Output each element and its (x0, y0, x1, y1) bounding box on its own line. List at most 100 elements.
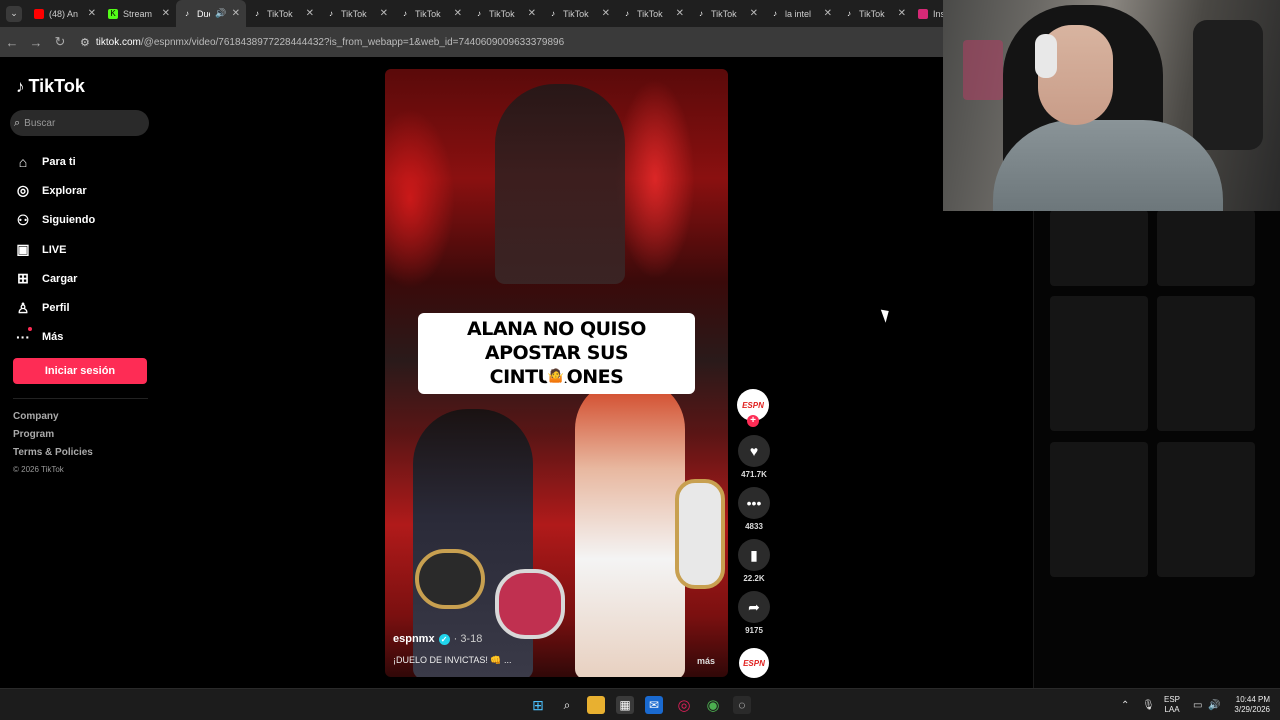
comment-action[interactable]: ••• 4833 (737, 487, 771, 531)
close-tab-icon[interactable]: ✕ (232, 8, 240, 19)
comment-icon[interactable]: ••• (738, 487, 770, 519)
sidebar-item-label: Para ti (42, 155, 76, 168)
browser-tab[interactable]: ♪ TikTok ✕ (246, 0, 320, 27)
chrome-icon[interactable]: ◉ (704, 696, 722, 714)
footer-link[interactable]: Company (13, 411, 93, 429)
recommendations-panel (1033, 210, 1280, 688)
video-thumbnail[interactable] (1050, 442, 1148, 577)
file-explorer-icon[interactable] (587, 696, 605, 714)
app-icon[interactable]: ◌ (733, 696, 751, 714)
close-tab-icon[interactable]: ✕ (676, 8, 684, 19)
sidebar-item-more[interactable]: ··· Más (14, 323, 95, 352)
video-thumbnail[interactable] (1050, 296, 1148, 431)
music-disc-avatar[interactable]: ESPN (739, 648, 769, 678)
back-icon[interactable]: ← (0, 35, 24, 50)
webcam-headphones (1035, 34, 1057, 78)
tiktok-icon: ♪ (699, 8, 703, 18)
championship-belt (495, 569, 565, 639)
more-button[interactable]: más (697, 656, 715, 666)
more-icon: ··· (16, 327, 32, 346)
sidebar-item-profile[interactable]: ♙ Perfil (14, 293, 95, 322)
follow-plus-icon[interactable]: + (747, 415, 759, 427)
windows-start-icon[interactable]: ⊞ (529, 696, 547, 714)
following-icon: ⚇ (16, 211, 30, 228)
footer-link[interactable]: Program (13, 429, 93, 447)
close-tab-icon[interactable]: ✕ (602, 8, 610, 19)
windows-taskbar: ⊞ ⌕ ▦ ✉ ◎ ◉ ◌ ⌃ 🎙 ESP LAA ▭ 🔊 10:44 PM 3… (0, 688, 1280, 720)
video-thumbnail[interactable] (1157, 442, 1255, 577)
browser-tab[interactable]: ♪ TikTok ✕ (616, 0, 690, 27)
close-tab-icon[interactable]: ✕ (162, 8, 170, 19)
obs-app-icon[interactable]: ◎ (675, 696, 693, 714)
share-action[interactable]: ➦ 9175 (737, 591, 771, 635)
browser-tab[interactable]: ♪ la intel ✕ (764, 0, 838, 27)
close-tab-icon[interactable]: ✕ (380, 8, 388, 19)
video-username[interactable]: espnmx (393, 633, 435, 645)
volume-icon[interactable]: 🔊 (1208, 689, 1220, 720)
sidebar-item-live[interactable]: ▣ LIVE (14, 235, 95, 264)
microsoft-store-icon[interactable]: ▦ (616, 696, 634, 714)
save-count: 22.2K (743, 574, 765, 583)
close-tab-icon[interactable]: ✕ (88, 8, 96, 19)
tray-chevron-icon[interactable]: ⌃ (1121, 689, 1129, 720)
search-icon[interactable]: ⌕ (558, 696, 576, 714)
tab-title: TikTok (711, 8, 737, 19)
close-tab-icon[interactable]: ✕ (306, 8, 314, 19)
footer-link[interactable]: Terms & Policies (13, 447, 93, 465)
language-indicator[interactable]: ESP LAA (1164, 695, 1180, 715)
video-author[interactable]: espnmx ✓ · 3-18 (393, 633, 482, 645)
search-box[interactable]: ⌕ (10, 110, 149, 136)
heart-icon[interactable]: ♥ (738, 435, 770, 467)
sidebar-item-compass[interactable]: ◎ Explorar (14, 176, 95, 205)
browser-tab[interactable]: ♪ TikTok ✕ (320, 0, 394, 27)
tiktok-icon: ♪ (847, 8, 851, 18)
system-clock[interactable]: 10:44 PM 3/29/2026 (1226, 695, 1270, 715)
like-action[interactable]: ♥ 471.7K (737, 435, 771, 479)
audio-playing-icon[interactable]: 🔊 (215, 8, 226, 19)
tiktok-logo[interactable]: ♪ TikTok (16, 76, 85, 97)
mail-icon[interactable]: ✉ (645, 696, 663, 714)
login-button[interactable]: Iniciar sesión (13, 358, 147, 384)
close-tab-icon[interactable]: ✕ (898, 8, 906, 19)
share-icon[interactable]: ➦ (738, 591, 770, 623)
close-tab-icon[interactable]: ✕ (454, 8, 462, 19)
sidebar-divider (13, 398, 148, 399)
network-icon[interactable]: ▭ (1193, 689, 1202, 720)
save-action[interactable]: ▮ 22.2K (737, 539, 771, 583)
microphone-icon[interactable]: 🎙 (1142, 689, 1155, 720)
browser-tab[interactable]: K Stream ✕ (102, 0, 176, 27)
browser-tab[interactable]: ♪ TikTok ✕ (394, 0, 468, 27)
browser-tab[interactable]: ♪ Due 🔊 ✕ (176, 0, 246, 27)
search-input[interactable] (24, 117, 135, 129)
tiktok-note-icon: ♪ (16, 76, 25, 96)
site-info-icon[interactable]: ⚙ (80, 36, 90, 49)
video-thumbnail[interactable] (1157, 210, 1255, 286)
close-tab-icon[interactable]: ✕ (528, 8, 536, 19)
tab-search-icon[interactable]: ⌄ (6, 5, 22, 22)
browser-tab[interactable]: (48) An ✕ (28, 0, 102, 27)
video-thumbnail[interactable] (1157, 296, 1255, 431)
close-tab-icon[interactable]: ✕ (750, 8, 758, 19)
video-player[interactable]: ALANA NO QUISO APOSTAR SUS CINTURONES 🤷 … (385, 69, 728, 677)
video-thumbnail[interactable] (1050, 210, 1148, 286)
action-rail: ESPN + ♥ 471.7K ••• 4833 ▮ 22.2K ➦ 9175 (737, 389, 771, 635)
close-tab-icon[interactable]: ✕ (824, 8, 832, 19)
sidebar-item-home[interactable]: ⌂ Para ti (14, 147, 95, 176)
sidebar-nav: ⌂ Para ti ◎ Explorar ⚇ Siguiendo ▣ LIVE ⊞ Cargar ♙… (14, 147, 95, 352)
browser-tab[interactable]: ♪ TikTok ✕ (468, 0, 542, 27)
sidebar-item-following[interactable]: ⚇ Siguiendo (14, 206, 95, 235)
webcam-overlay (943, 0, 1280, 211)
tab-title: TikTok (859, 8, 885, 19)
espn-logo: ESPN (742, 400, 764, 410)
browser-tab[interactable]: ♪ TikTok ✕ (542, 0, 616, 27)
url-field[interactable]: ⚙ tiktok.com/@espnmx/video/7618438977228… (80, 31, 944, 53)
reload-icon[interactable]: ↻ (48, 34, 72, 50)
shrug-emoji-icon: 🤷 (545, 365, 567, 387)
author-avatar[interactable]: ESPN + (737, 389, 769, 427)
forward-icon[interactable]: → (24, 35, 48, 50)
sidebar-item-upload[interactable]: ⊞ Cargar (14, 264, 95, 293)
bookmark-icon[interactable]: ▮ (738, 539, 770, 571)
browser-tab[interactable]: ♪ TikTok ✕ (838, 0, 912, 27)
browser-tab[interactable]: ♪ TikTok ✕ (690, 0, 764, 27)
tiktok-icon: ♪ (551, 8, 555, 18)
